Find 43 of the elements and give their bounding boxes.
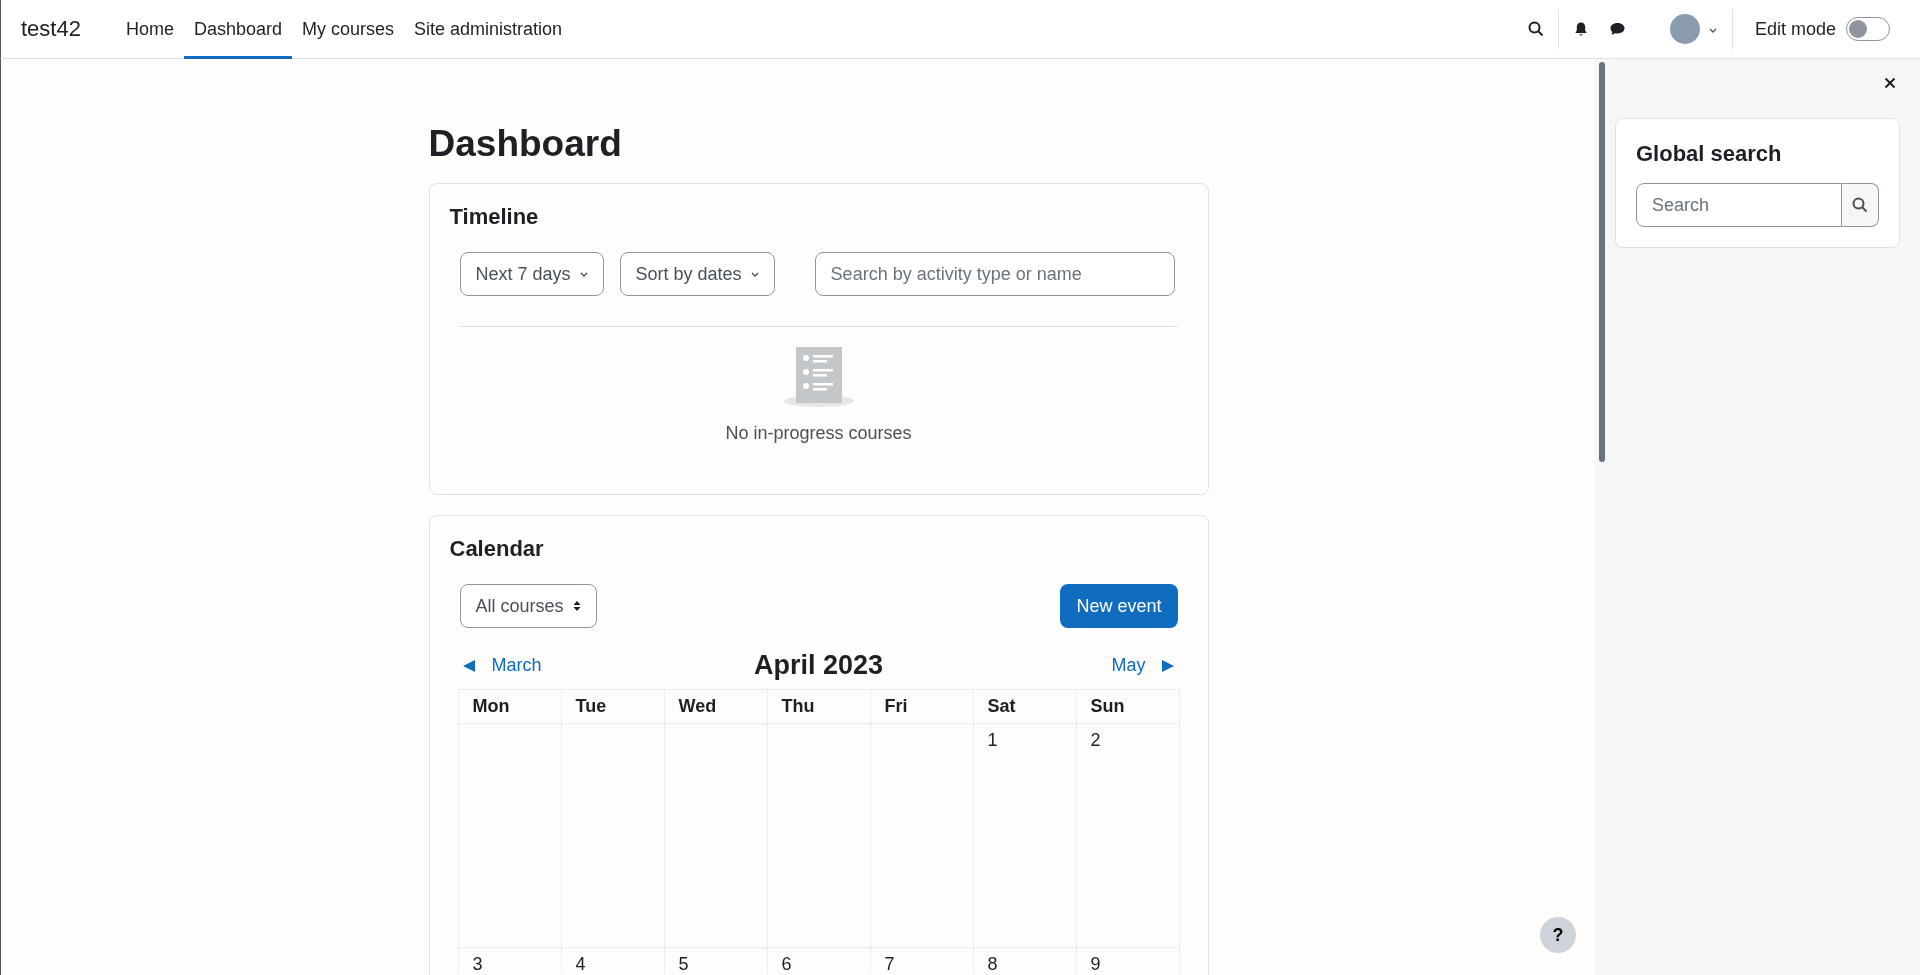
course-select[interactable]: All courses	[459, 584, 597, 628]
edit-mode-toggle[interactable]	[1846, 17, 1890, 41]
day-cell: 1	[973, 723, 1076, 948]
card-title: Timeline	[449, 204, 540, 230]
day-cell: 2	[1076, 723, 1179, 948]
chevron-down-icon	[578, 270, 589, 278]
weekday-header: Fri	[870, 689, 973, 724]
sort-arrows-icon	[571, 599, 582, 613]
weekday-header: Thu	[767, 689, 870, 724]
weekday-header: Wed	[664, 689, 767, 724]
nav-link[interactable]: Home	[115, 0, 184, 59]
block-title: Global search	[1636, 141, 1783, 167]
filter-dropdown[interactable]: Sort by dates	[619, 252, 775, 296]
right-triangle-icon	[1161, 658, 1176, 673]
weekday-header: Sat	[973, 689, 1076, 724]
search-button[interactable]	[1842, 183, 1879, 227]
scrollbar-thumb[interactable]	[1599, 62, 1605, 462]
activity-search-field[interactable]: Search by activity type or name	[814, 252, 1175, 296]
day-cell: 3	[458, 947, 561, 975]
new-event-button[interactable]: New event	[1060, 584, 1178, 628]
edit-mode-label: Edit mode	[1754, 18, 1836, 40]
left-triangle-icon	[461, 658, 476, 673]
weekday-header: Mon	[458, 689, 561, 724]
next-month-link[interactable]: May	[1065, 655, 1176, 676]
month-title: April 2023	[753, 650, 884, 681]
global-search-field[interactable]: Search	[1636, 183, 1842, 227]
empty-message: No in-progress courses	[725, 423, 912, 444]
previous-month-link[interactable]: March	[461, 655, 572, 676]
weekday-header: Tue	[561, 689, 664, 724]
search-icon	[1852, 197, 1868, 213]
empty-list-icon	[782, 347, 855, 409]
page-title: Dashboard	[428, 123, 623, 165]
chevron-down-icon	[749, 270, 760, 278]
site-name: test42	[21, 16, 81, 42]
card-title: Calendar	[449, 536, 545, 562]
chevron-down-icon	[1707, 26, 1718, 34]
close-icon	[1884, 77, 1896, 89]
avatar-icon	[1669, 14, 1700, 44]
filter-dropdown[interactable]: Next 7 days	[459, 252, 604, 296]
nav-link[interactable]: Site administration	[404, 0, 573, 59]
nav-link[interactable]: My courses	[292, 0, 405, 59]
weekday-header: Sun	[1076, 689, 1179, 724]
help-button[interactable]: ?	[1540, 917, 1576, 953]
